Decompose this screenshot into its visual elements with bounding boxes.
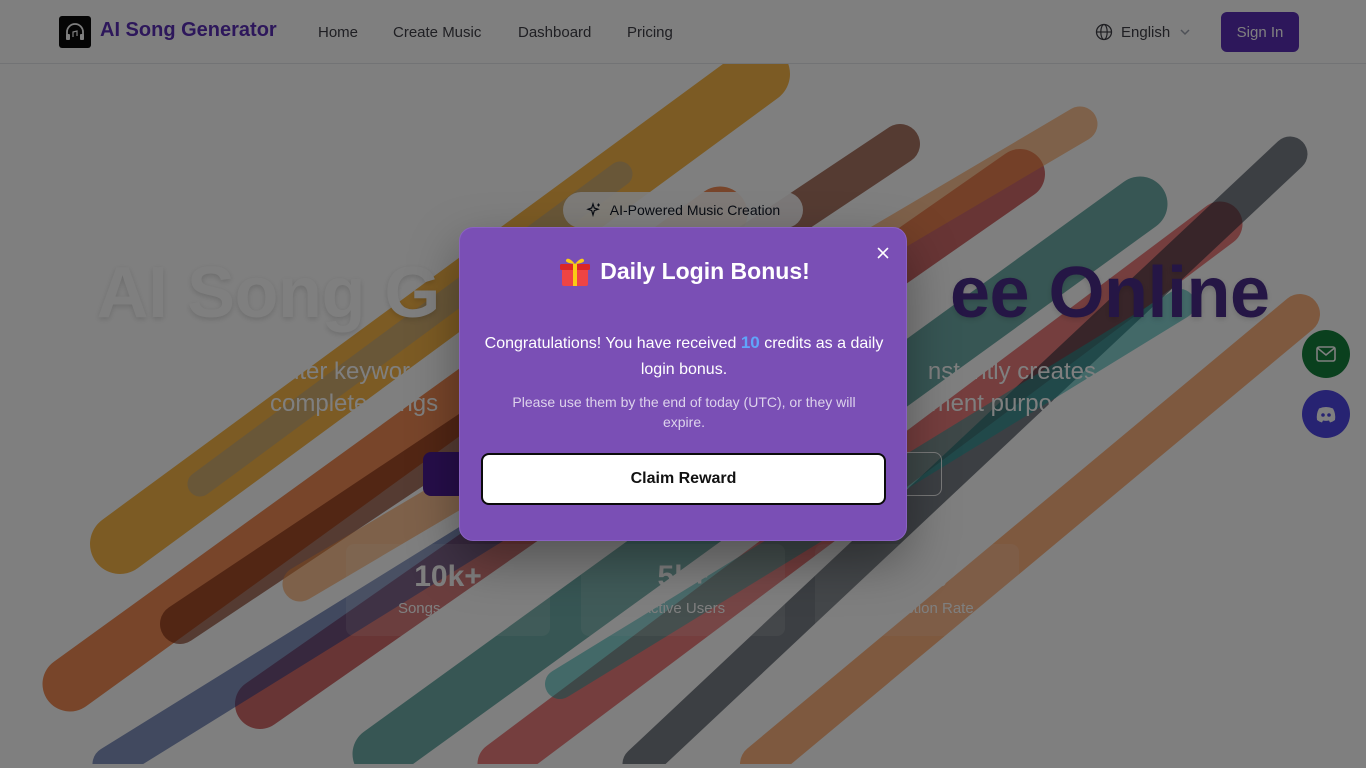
modal-title-text: Daily Login Bonus!: [600, 257, 810, 284]
bonus-message: Congratulations! You have received 10 cr…: [484, 330, 884, 383]
claim-reward-button[interactable]: Claim Reward: [481, 453, 886, 505]
modal-title: Daily Login Bonus!: [460, 254, 908, 288]
bonus-message-before: Congratulations! You have received: [484, 335, 741, 352]
expiry-note: Please use them by the end of today (UTC…: [512, 394, 856, 430]
gift-icon: [560, 258, 591, 286]
credits-amount: 10: [740, 333, 760, 352]
daily-bonus-modal: Daily Login Bonus! Congratulations! You …: [459, 227, 907, 541]
